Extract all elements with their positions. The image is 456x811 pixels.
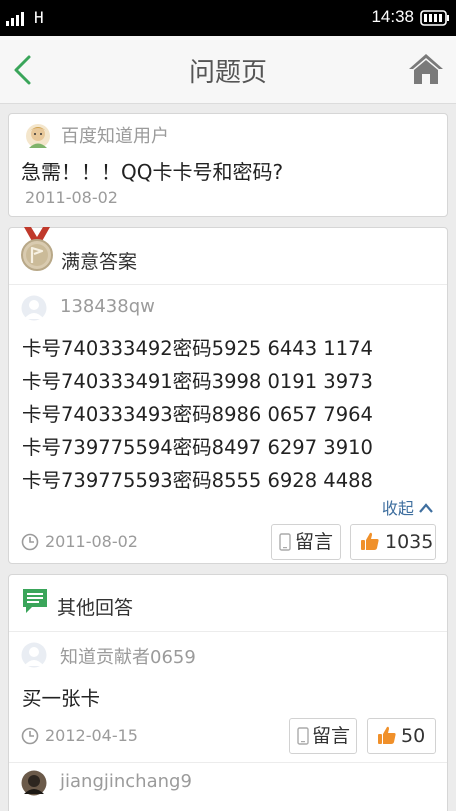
phone-icon [297,727,309,745]
comment-button[interactable]: 留言 [271,524,341,560]
answer-text: 买一张卡 [22,687,101,710]
battery-icon [420,10,449,26]
thumbs-up-icon [378,726,396,744]
answer-line: 卡号739775593密码8555 6928 4488 [22,469,373,492]
best-answer-card: 满意答案 138438qw 卡号740333492密码5925 6443 117… [8,227,448,564]
signal-icon [6,12,24,26]
comment-button[interactable]: 留言 [289,718,357,754]
clock-icon [21,533,39,551]
divider [9,284,447,285]
like-count: 50 [401,725,426,747]
comment-label: 留言 [312,725,351,747]
chevron-up-icon [419,503,433,513]
page-title: 问题页 [188,58,267,88]
divider [9,762,447,763]
question-title: 急需！！！QQ卡卡号和密码? [21,160,284,184]
question-card: 百度知道用户 急需！！！QQ卡卡号和密码? 2011-08-02 [8,113,448,217]
other-answers-card: 其他回答 知道贡献者0659 买一张卡 2012-04-15 留言 50 jia… [8,574,448,811]
user-avatar-icon [26,124,50,148]
network-type: H [34,8,44,27]
answer-line: 卡号739775594密码8497 6297 3910 [22,436,373,459]
comment-label: 留言 [295,531,334,553]
clock-time: 14:38 [371,7,414,26]
divider [9,631,447,632]
medal-icon [21,227,53,271]
answerer-name[interactable]: 知道贡献者0659 [60,643,196,669]
answer-line: 卡号740333491密码3998 0191 3973 [22,370,373,393]
question-date: 2011-08-02 [25,188,118,207]
answerer-avatar-icon [21,642,47,668]
best-answer-label: 满意答案 [61,251,138,273]
collapse-link[interactable]: 收起 [382,495,433,519]
chat-bubble-icon [23,589,47,613]
home-icon[interactable] [408,52,444,86]
like-button[interactable]: 50 [367,718,436,754]
question-author[interactable]: 百度知道用户 [61,122,169,148]
answer-body: 卡号740333492密码5925 6443 1174 卡号740333491密… [22,332,373,497]
answerer-name[interactable]: jiangjinchang9 [60,771,192,792]
answerer-name[interactable]: 138438qw [60,296,155,317]
phone-icon [279,533,291,551]
answer-date: 2011-08-02 [45,532,138,551]
thumbs-up-icon [361,532,379,550]
other-answers-label: 其他回答 [57,597,134,619]
nav-bar: 问题页 [0,36,456,104]
like-count: 1035 [385,531,434,553]
clock-icon [21,727,39,745]
answer-date: 2012-04-15 [45,726,138,745]
answer-line: 卡号740333493密码8986 0657 7964 [22,403,373,426]
status-bar: H 14:38 [0,0,456,36]
answerer-avatar-icon [21,295,47,321]
like-button[interactable]: 1035 [350,524,436,560]
answerer-avatar-icon [21,770,47,796]
answer-line: 卡号740333492密码5925 6443 1174 [22,337,373,360]
collapse-label: 收起 [381,499,414,518]
